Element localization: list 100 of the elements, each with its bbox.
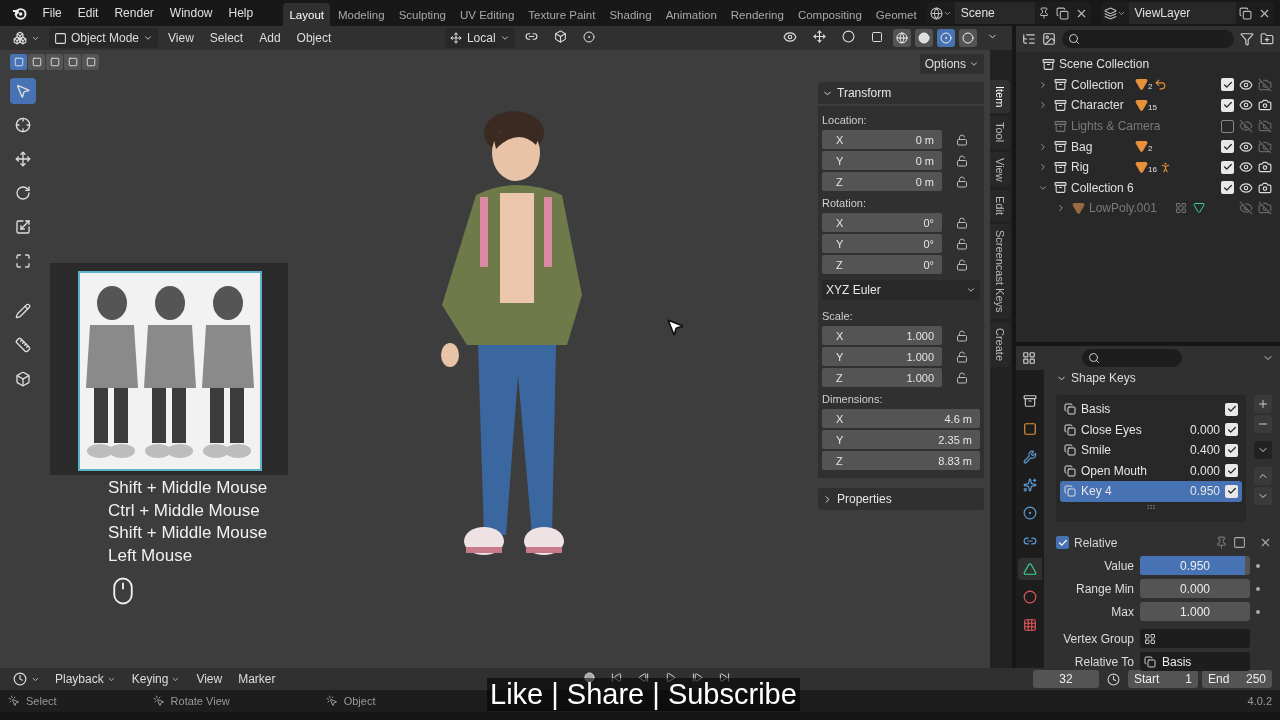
checkbox[interactable] xyxy=(1225,443,1238,457)
search-field[interactable] xyxy=(1140,629,1250,648)
menu-item[interactable]: Keying xyxy=(125,670,187,688)
eye-icon[interactable] xyxy=(1239,139,1253,154)
checkbox[interactable] xyxy=(1225,484,1238,498)
outliner-item[interactable]: Rig xyxy=(1071,160,1131,175)
number-field[interactable]: X 4.6 m xyxy=(822,409,980,428)
open-padlock-icon[interactable] xyxy=(956,175,968,188)
number-field[interactable]: Y 1.000 xyxy=(822,347,942,366)
shape-key-row[interactable]: Close Eyes 0.000 xyxy=(1060,419,1242,440)
number-field[interactable]: Z 1.000 xyxy=(822,368,942,387)
checkbox[interactable] xyxy=(1221,181,1234,195)
editor-type-icon[interactable] xyxy=(1022,351,1036,365)
workspace-tab[interactable]: Layout xyxy=(283,3,330,26)
camera-off-icon[interactable] xyxy=(1258,77,1272,92)
search-field[interactable]: Basis xyxy=(1140,652,1250,671)
checkbox[interactable] xyxy=(1221,160,1234,174)
workspace-tab[interactable]: Sculpting xyxy=(392,3,452,26)
checkbox[interactable] xyxy=(1221,99,1234,112)
menu-item[interactable]: Select xyxy=(203,29,250,47)
end-frame-field[interactable]: End 250 xyxy=(1202,670,1272,688)
menu-item[interactable]: Marker xyxy=(232,670,282,688)
shading-button[interactable] xyxy=(937,29,955,47)
camera-icon[interactable] xyxy=(1258,180,1272,195)
view-layer-selector[interactable]: ViewLayer xyxy=(1100,2,1274,24)
number-field[interactable]: Z 0 m xyxy=(822,172,942,191)
menu-item[interactable]: Render xyxy=(107,3,161,23)
remove-button[interactable] xyxy=(1254,415,1272,433)
move-up-button[interactable] xyxy=(1254,467,1272,485)
curve-icon[interactable] xyxy=(1154,78,1168,92)
workspace-tab[interactable]: Shading xyxy=(603,3,658,26)
open-padlock-icon[interactable] xyxy=(956,258,968,271)
workspace-tab[interactable]: Animation xyxy=(659,3,723,26)
square-icon[interactable] xyxy=(1233,536,1246,549)
select-mode-button[interactable] xyxy=(46,54,63,70)
checkbox[interactable] xyxy=(1221,78,1234,92)
select-mode-button[interactable] xyxy=(28,54,45,70)
workspace-tab[interactable]: Rendering xyxy=(724,3,790,26)
menu-item[interactable]: Window xyxy=(162,3,220,23)
sidebar-tab[interactable]: View xyxy=(990,151,1010,188)
blender-logo[interactable] xyxy=(12,5,28,21)
camera-icon[interactable] xyxy=(1258,160,1272,175)
shape-key-row[interactable]: Open Mouth 0.000 xyxy=(1060,460,1242,481)
workspace-tab[interactable]: Texture Paint xyxy=(522,3,602,26)
panel-header[interactable]: Transform xyxy=(818,82,984,104)
outliner-item[interactable]: Collection xyxy=(1071,77,1131,92)
stopwatch-icon[interactable] xyxy=(1107,672,1120,686)
workspace-tab[interactable]: Geomet xyxy=(869,3,923,26)
keyframe-dot-icon[interactable] xyxy=(1256,563,1260,568)
triangle-icon[interactable] xyxy=(1192,202,1205,215)
shading-button[interactable] xyxy=(893,29,911,47)
workspace-tab[interactable]: Modeling xyxy=(332,3,391,26)
open-padlock-icon[interactable] xyxy=(956,350,968,363)
open-padlock-icon[interactable] xyxy=(956,237,968,250)
eye-icon[interactable] xyxy=(1239,160,1253,175)
add-button[interactable] xyxy=(1254,395,1272,413)
keyframe-dot-icon[interactable] xyxy=(1256,609,1260,614)
search-field[interactable] xyxy=(1082,349,1182,367)
menu-item[interactable]: Object xyxy=(290,29,338,47)
outliner-item[interactable]: Bag xyxy=(1071,139,1131,154)
pin-icon[interactable] xyxy=(1037,7,1050,19)
workspace-tab[interactable]: Compositing xyxy=(791,3,868,26)
sidebar-tab[interactable]: Edit xyxy=(990,190,1010,222)
sidebar-tab[interactable]: Item xyxy=(990,80,1010,114)
select-mode-button[interactable] xyxy=(64,54,81,70)
keyframe-dot-icon[interactable] xyxy=(1256,586,1260,591)
number-field[interactable]: 1.000 xyxy=(1140,602,1250,621)
shading-button[interactable] xyxy=(915,29,933,47)
slider-field[interactable]: 0.950 xyxy=(1140,556,1250,575)
menu-item[interactable]: Add xyxy=(253,29,287,47)
mode-dropdown[interactable]: Object Mode xyxy=(49,28,159,48)
checkbox[interactable] xyxy=(1225,464,1238,478)
menu-item[interactable]: File xyxy=(35,3,69,23)
rotation-mode-dropdown[interactable]: XYZ Euler xyxy=(822,280,980,300)
start-frame-field[interactable]: Start 1 xyxy=(1128,670,1198,688)
outliner-type-icon[interactable] xyxy=(1022,32,1036,46)
specials-button[interactable] xyxy=(1254,441,1272,459)
camera-off-icon[interactable] xyxy=(1258,139,1272,154)
select-mode-button[interactable] xyxy=(10,54,27,70)
modifier-icon[interactable] xyxy=(1174,202,1187,215)
number-field[interactable]: Z 0° xyxy=(822,255,942,274)
number-field[interactable]: X 0 m xyxy=(822,130,942,149)
mesh-count-badge[interactable]: 15 xyxy=(1135,99,1157,112)
checkbox[interactable] xyxy=(1225,423,1238,437)
new-collection-icon[interactable] xyxy=(1260,32,1274,46)
camera-icon[interactable] xyxy=(1258,98,1272,113)
shading-button[interactable] xyxy=(959,29,977,47)
filter-icon[interactable] xyxy=(1240,32,1254,46)
sidebar-tab[interactable]: Create xyxy=(990,321,1010,367)
workspace-tab[interactable]: UV Editing xyxy=(453,3,521,26)
mesh-count-badge[interactable]: 16 xyxy=(1135,160,1157,174)
search-field[interactable] xyxy=(1062,30,1234,48)
outliner-item[interactable]: Collection 6 xyxy=(1071,180,1134,195)
eye-icon[interactable] xyxy=(1239,98,1253,113)
open-padlock-icon[interactable] xyxy=(956,371,968,384)
orientation-dropdown[interactable]: Local xyxy=(445,28,516,48)
number-field[interactable]: Y 2.35 m xyxy=(822,430,980,449)
number-field[interactable]: Y 0 m xyxy=(822,151,942,170)
number-field[interactable]: Y 0° xyxy=(822,234,942,253)
eye-icon[interactable] xyxy=(1239,77,1253,92)
